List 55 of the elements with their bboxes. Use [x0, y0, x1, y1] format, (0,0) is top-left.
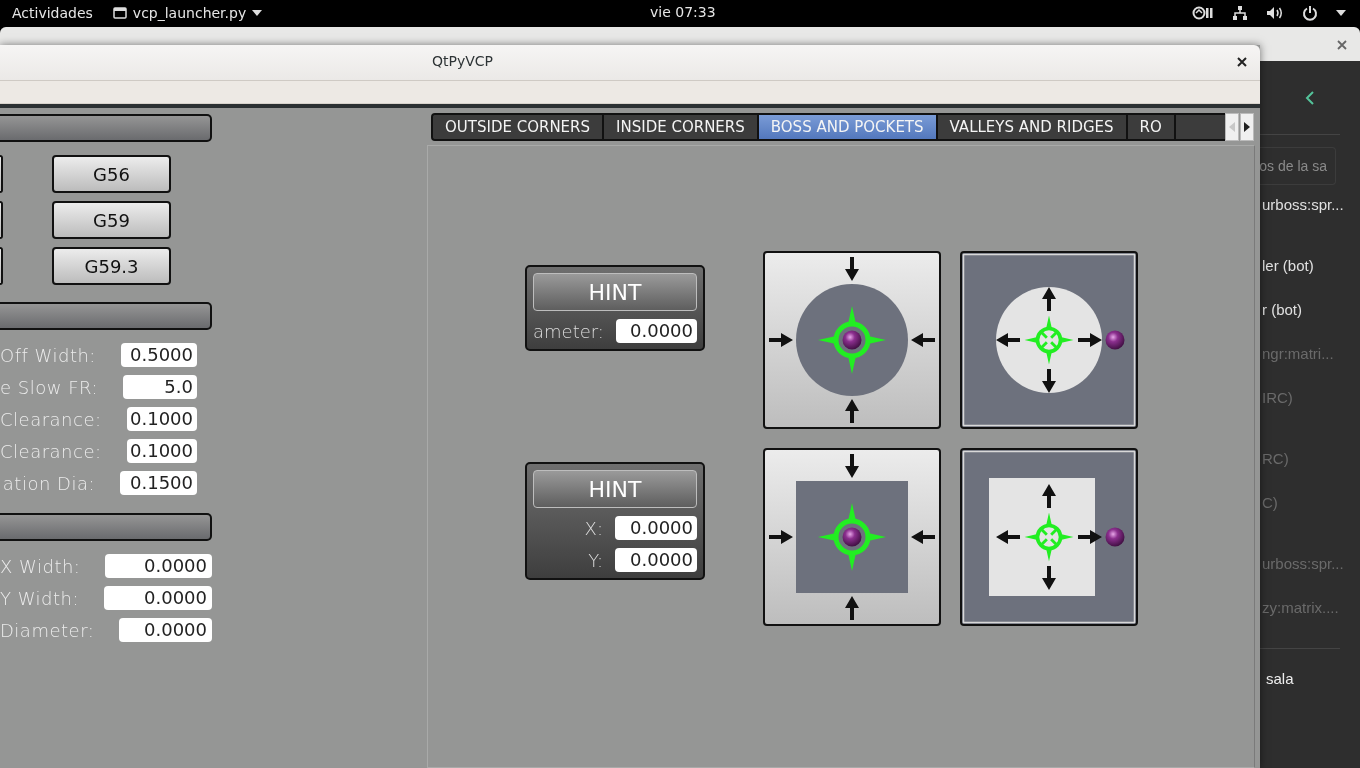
input-field[interactable]: 0.1000 [126, 407, 197, 431]
caret-icon [252, 10, 263, 16]
field-label: X Width: [0, 555, 81, 577]
input-field[interactable]: 0.0000 [615, 548, 697, 572]
room-item[interactable]: sala [1260, 670, 1294, 687]
pocket-probe-drawing[interactable] [960, 448, 1138, 626]
room-item[interactable]: ler (bot) [1260, 257, 1360, 274]
app-menu[interactable]: vcp_launcher.py [112, 5, 263, 21]
hint-button[interactable]: HINT [533, 470, 697, 508]
room-item[interactable]: urboss:spr... [1260, 196, 1360, 213]
back-icon[interactable] [1305, 89, 1315, 106]
scroll-right-button[interactable] [1240, 113, 1254, 141]
boss-probe-drawing[interactable] [763, 251, 941, 429]
left-arrow-icon [1229, 122, 1235, 132]
power-icon[interactable] [1302, 5, 1318, 21]
input-field[interactable]: 0.1000 [126, 439, 197, 463]
field-label: Diameter: [0, 619, 95, 641]
field-label: Off Width: [0, 344, 96, 366]
boss-probe-drawing[interactable] [763, 448, 941, 626]
input-field[interactable]: 0.1500 [120, 471, 197, 495]
accessibility-icon[interactable] [1192, 6, 1214, 20]
pocket-probe-drawing[interactable] [960, 251, 1138, 429]
clock[interactable]: vie 07:33 [650, 4, 716, 20]
hint-button[interactable]: HINT [533, 273, 697, 311]
input-field[interactable]: 0.5000 [120, 343, 197, 367]
field-label: Clearance: [0, 440, 102, 462]
input-field[interactable]: 0.0000 [615, 516, 697, 540]
network-icon[interactable] [1232, 5, 1248, 21]
field-label: Clearance: [0, 408, 102, 430]
button-edge[interactable] [0, 201, 3, 239]
window-title: QtPyVCP [432, 53, 494, 69]
volume-icon[interactable] [1266, 6, 1284, 20]
wcs-button[interactable]: G59.3 [52, 247, 171, 285]
window-icon [112, 6, 127, 20]
input-field[interactable]: 0.0000 [104, 586, 212, 610]
button-edge[interactable] [0, 155, 3, 193]
input-field[interactable]: 0.0000 [119, 618, 212, 642]
button-edge[interactable] [0, 247, 3, 285]
input-field[interactable]: 0.0000 [105, 554, 212, 578]
wcs-button[interactable]: G59 [52, 201, 171, 239]
field-label: ation Dia: [2, 472, 95, 494]
wcs-button[interactable]: G56 [52, 155, 171, 193]
input-field[interactable]: 0.0000 [615, 319, 697, 343]
right-arrow-icon [1244, 122, 1250, 132]
room-item[interactable]: r (bot) [1260, 301, 1360, 318]
field-label: ameter: [533, 320, 604, 342]
field-label: e Slow FR: [0, 376, 99, 398]
field-label: Y: [588, 549, 603, 571]
input-field[interactable]: 5.0 [123, 375, 197, 399]
field-label: Y Width: [0, 587, 80, 609]
caret-icon[interactable] [1336, 10, 1346, 16]
activities-button[interactable]: Actividades [12, 5, 93, 21]
field-label: X: [584, 517, 603, 539]
tab[interactable]: OUTSIDE CORNERS [433, 115, 605, 139]
close-icon[interactable] [1237, 57, 1247, 67]
